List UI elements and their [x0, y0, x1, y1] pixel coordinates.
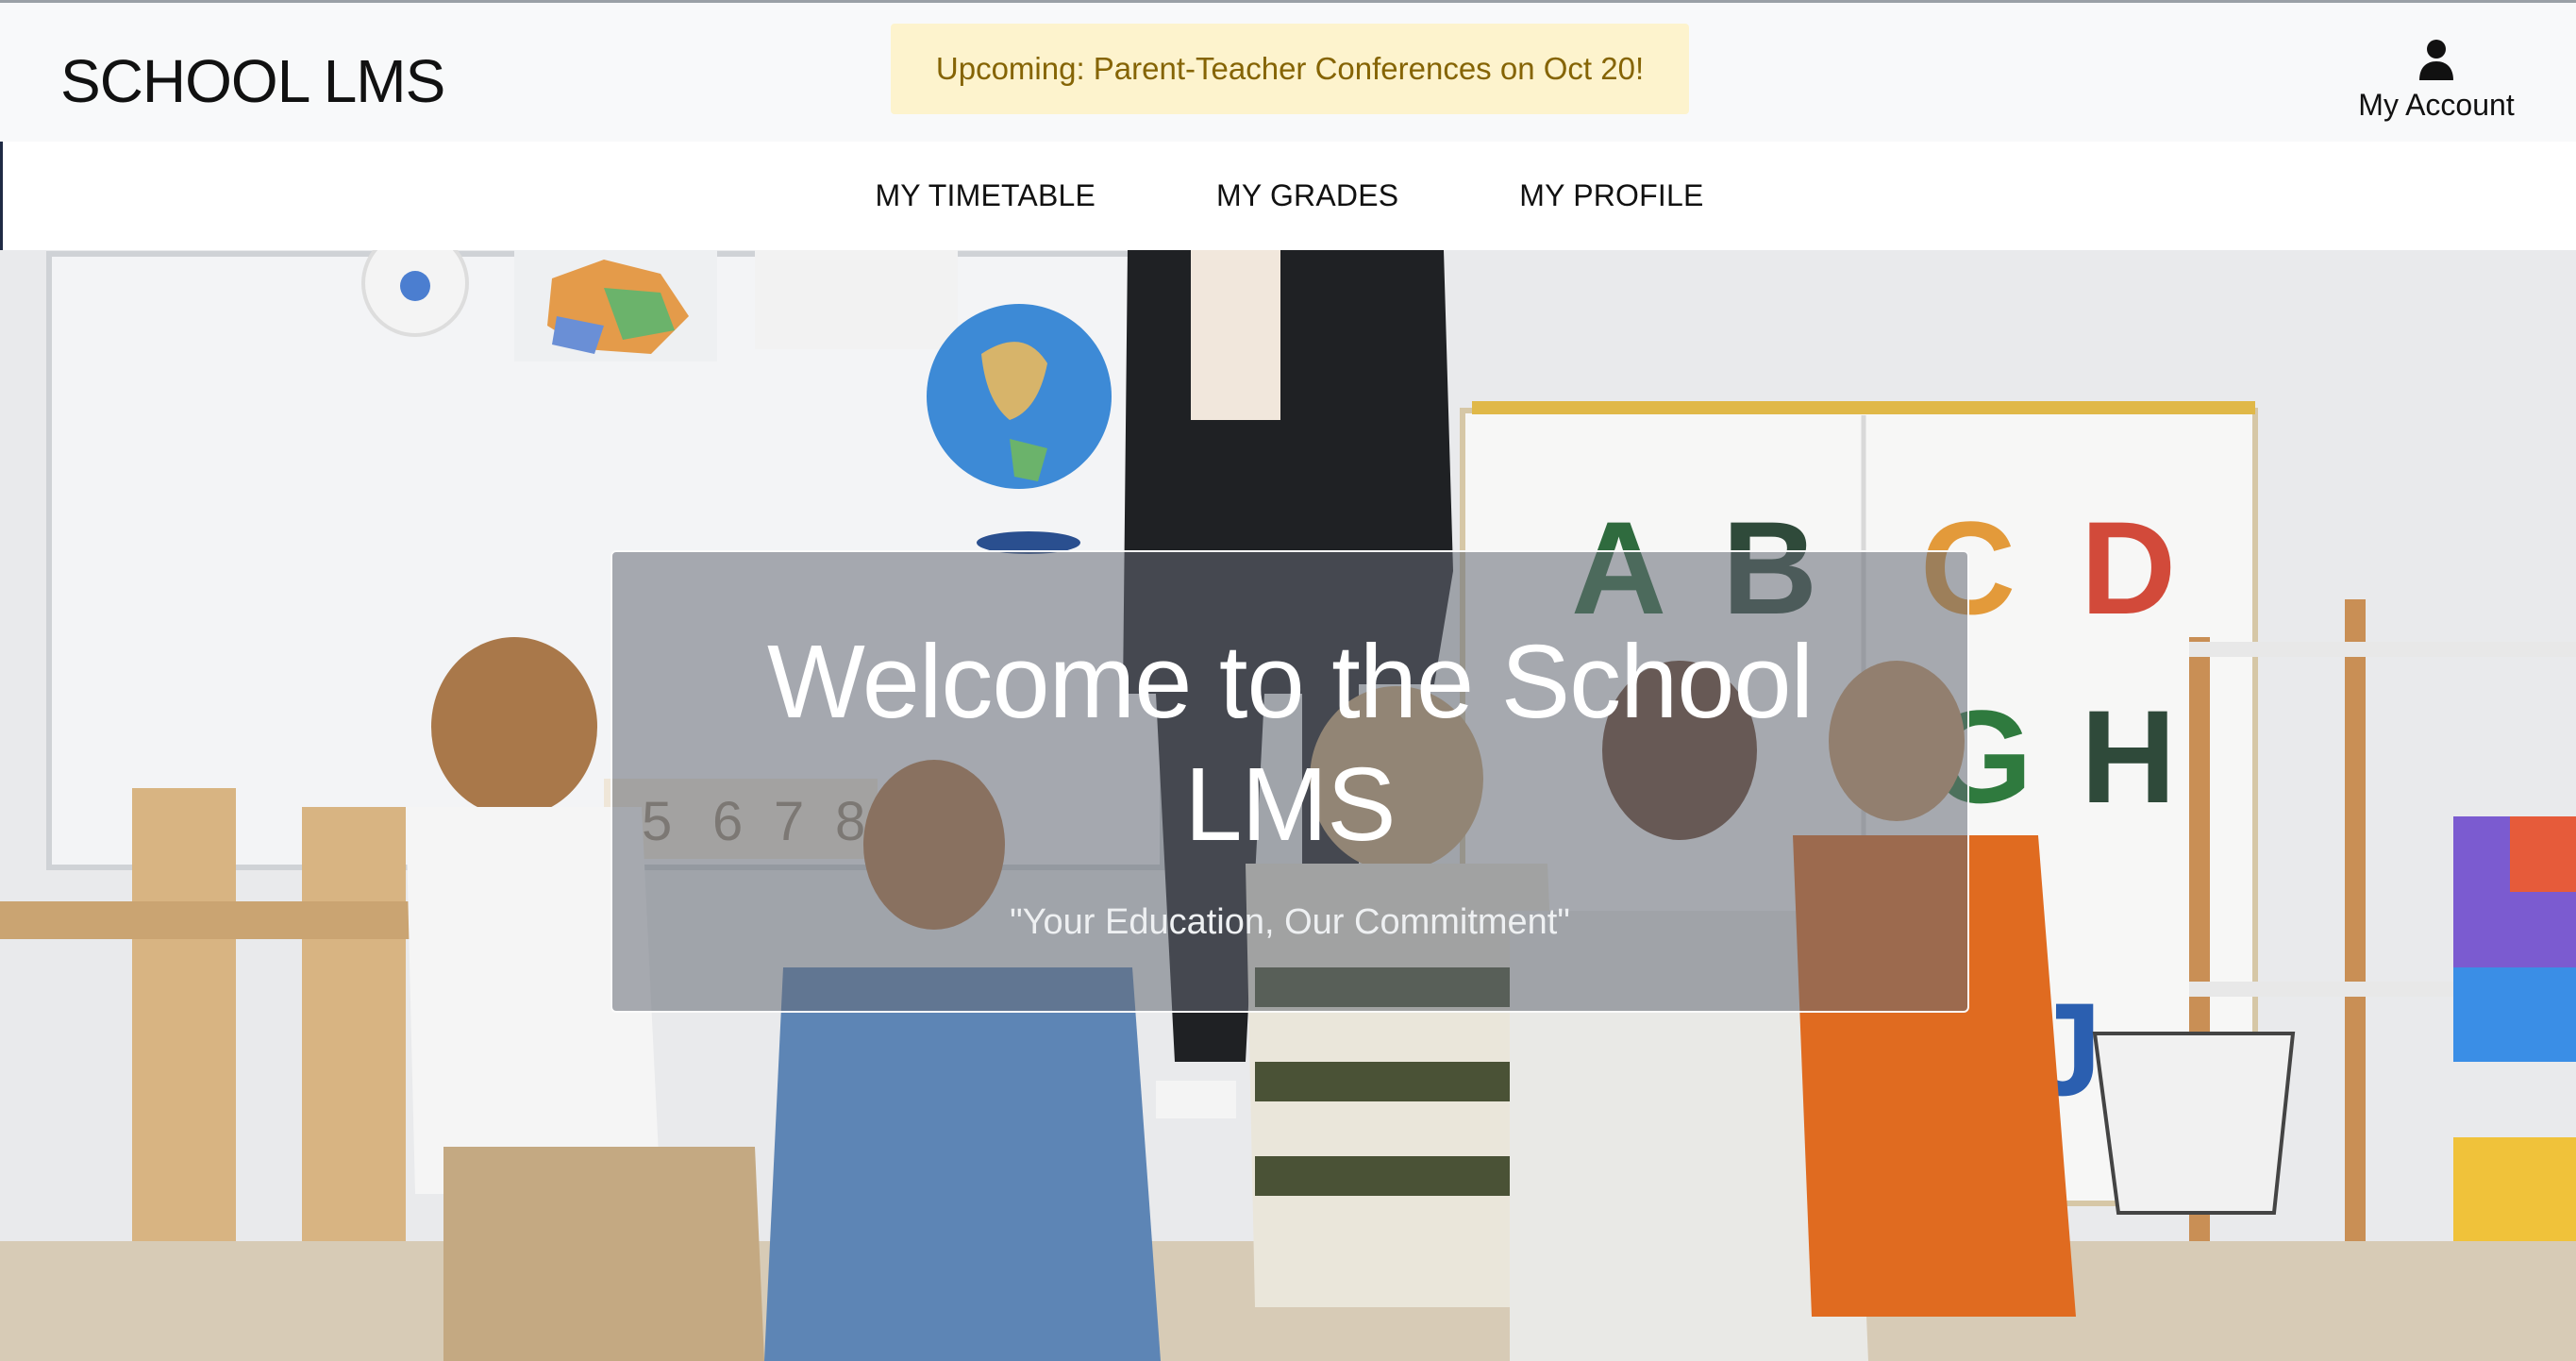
- nav-my-profile[interactable]: MY PROFILE: [1519, 178, 1703, 213]
- svg-text:D: D: [2081, 494, 2176, 642]
- nav-my-grades[interactable]: MY GRADES: [1216, 178, 1398, 213]
- my-account-link[interactable]: My Account: [2351, 39, 2521, 123]
- svg-text:H: H: [2081, 682, 2176, 831]
- nav-my-timetable[interactable]: MY TIMETABLE: [875, 178, 1096, 213]
- announcement-banner: Upcoming: Parent-Teacher Conferences on …: [891, 24, 1689, 114]
- user-icon: [2419, 40, 2453, 80]
- site-logo[interactable]: SCHOOL LMS: [60, 46, 445, 116]
- site-header: SCHOOL LMS Upcoming: Parent-Teacher Conf…: [0, 0, 2576, 142]
- my-account-label: My Account: [2358, 88, 2515, 122]
- hero-section: A B C D G H J 5 6 7 8: [0, 250, 2576, 1361]
- announcement-text: Upcoming: Parent-Teacher Conferences on …: [935, 51, 1645, 86]
- hero-welcome-box: Welcome to the School LMS "Your Educatio…: [611, 550, 1969, 1013]
- hero-tagline: "Your Education, Our Commitment": [1010, 901, 1570, 942]
- main-nav: MY TIMETABLE MY GRADES MY PROFILE: [0, 142, 2576, 250]
- hero-title: Welcome to the School LMS: [766, 623, 1814, 863]
